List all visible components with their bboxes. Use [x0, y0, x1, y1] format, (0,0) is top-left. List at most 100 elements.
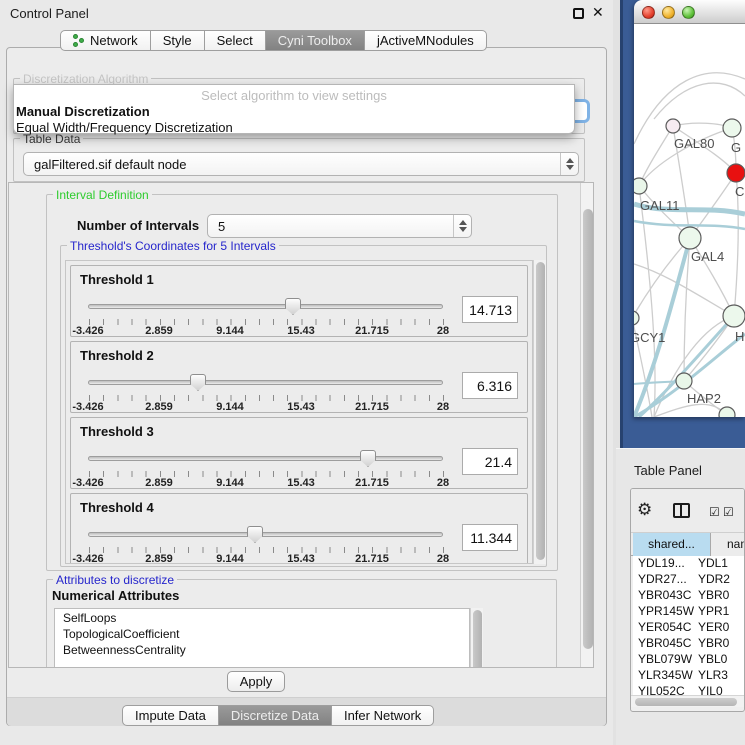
threshold-4-title: Threshold 4 [80, 500, 154, 515]
cell-name[interactable]: YDL1 [696, 556, 744, 572]
table-row[interactable]: YPR145WYPR1 [633, 604, 744, 620]
tab-cyni-toolbox[interactable]: Cyni Toolbox [266, 30, 365, 51]
zoom-traffic-light-icon[interactable] [682, 6, 695, 19]
tab-discretize-data[interactable]: Discretize Data [219, 705, 332, 726]
table-data-combobox[interactable]: galFiltered.sif default node [23, 152, 579, 176]
cell-shared[interactable]: YDR27... [633, 572, 696, 588]
tab-impute-data[interactable]: Impute Data [122, 705, 219, 726]
settings-scrollbar-thumb[interactable] [583, 209, 593, 649]
slider-track[interactable] [88, 304, 443, 309]
node-gal4[interactable] [679, 227, 701, 249]
split-columns-icon[interactable] [673, 503, 690, 518]
algorithm-dropdown-popup: Select algorithm to view settings Manual… [13, 84, 575, 134]
scale-label: 2.859 [145, 477, 173, 489]
tab-infer-network[interactable]: Infer Network [332, 705, 434, 726]
tab-network[interactable]: Network [60, 30, 151, 51]
threshold-3-value-field[interactable] [462, 448, 518, 475]
node-gal11[interactable] [634, 178, 647, 194]
network-canvas[interactable]: GAL80 G C GAL11 GAL4 GCY1 H HAP2 [634, 24, 745, 417]
table-row[interactable]: YBL079WYBL0 [633, 652, 744, 668]
cell-shared[interactable]: YBR045C [633, 636, 696, 652]
cell-name[interactable]: YBR0 [696, 636, 744, 652]
slider-thumb[interactable] [247, 526, 263, 543]
slider-track[interactable] [88, 456, 443, 461]
cell-name[interactable]: YLR3 [696, 668, 744, 684]
threshold-1-slider[interactable]: -3.426 2.859 9.144 15.43 21.715 28 [88, 298, 450, 334]
network-view-window[interactable]: GAL80 G C GAL11 GAL4 GCY1 H HAP2 [634, 0, 745, 417]
table-row[interactable]: YBR045CYBR0 [633, 636, 744, 652]
number-of-intervals-combobox[interactable]: 5 [207, 214, 472, 238]
settings-scrollbar[interactable] [580, 183, 594, 667]
number-of-intervals-label: Number of Intervals [77, 218, 199, 233]
scale-label: 15.43 [287, 553, 315, 564]
slider-thumb[interactable] [190, 374, 206, 391]
list-item[interactable]: BetweennessCentrality [55, 642, 469, 658]
cell-shared[interactable]: YPR145W [633, 604, 696, 620]
scale-label: -3.426 [72, 401, 103, 413]
tab-jactivemnodules[interactable]: jActiveMNodules [365, 30, 487, 51]
gear-icon[interactable]: ⚙ [637, 501, 652, 518]
attributes-scrollbar-thumb[interactable] [473, 610, 482, 668]
threshold-4-slider[interactable]: -3.426 2.859 9.144 15.43 21.715 28 [88, 526, 450, 562]
node-gcy1[interactable] [634, 311, 639, 325]
cell-name[interactable]: YBR0 [696, 588, 744, 604]
node-bottom-right[interactable] [719, 407, 735, 417]
table-row[interactable]: YDR27...YDR2 [633, 572, 744, 588]
algorithm-option-equal-width[interactable]: Equal Width/Frequency Discretization [14, 119, 574, 135]
list-item[interactable]: TopologicalCoefficient [55, 626, 469, 642]
node-top-right[interactable] [723, 119, 741, 137]
algorithm-option-manual[interactable]: Manual Discretization [14, 103, 574, 119]
cell-shared[interactable]: YER054C [633, 620, 696, 636]
cell-shared[interactable]: YDL19... [633, 556, 696, 572]
list-item[interactable]: SelfLoops [55, 609, 469, 626]
threshold-3-slider[interactable]: -3.426 2.859 9.144 15.43 21.715 28 [88, 450, 450, 486]
table-row[interactable]: YDL19...YDL1 [633, 556, 744, 572]
checkbox-icon[interactable]: ☑ [723, 506, 734, 518]
tab-style[interactable]: Style [151, 30, 205, 51]
cell-shared[interactable]: YBL079W [633, 652, 696, 668]
cell-shared[interactable]: YBR043C [633, 588, 696, 604]
table-hscrollbar-thumb[interactable] [635, 698, 737, 706]
table-row[interactable]: YER054CYER0 [633, 620, 744, 636]
cell-name[interactable]: YIL0 [696, 684, 744, 695]
cell-name[interactable]: YER0 [696, 620, 744, 636]
attributes-list-scrollbar[interactable] [470, 608, 483, 668]
apply-button[interactable]: Apply [227, 671, 285, 692]
cell-name[interactable]: YBL0 [696, 652, 744, 668]
column-header-name[interactable]: name [711, 533, 745, 556]
node-red-selected[interactable] [727, 164, 745, 182]
slider-track[interactable] [88, 532, 443, 537]
scale-label: 28 [437, 325, 449, 337]
tab-select[interactable]: Select [205, 30, 266, 51]
close-icon[interactable]: ✕ [592, 4, 604, 21]
threshold-2-value-field[interactable] [462, 372, 518, 399]
node-hap2[interactable] [676, 373, 692, 389]
node-gal80[interactable] [666, 119, 680, 133]
cell-name[interactable]: YPR1 [696, 604, 744, 620]
slider-thumb[interactable] [360, 450, 376, 467]
network-window-titlebar[interactable] [634, 0, 745, 24]
cell-name[interactable]: YDR2 [696, 572, 744, 588]
threshold-1-value-field[interactable] [462, 296, 518, 323]
table-hscrollbar[interactable] [631, 695, 744, 707]
thresholds-viewport: Threshold 1 -3.426 2.859 9.144 15.43 [65, 260, 533, 564]
thresholds-scrollbar[interactable] [533, 260, 546, 564]
checkbox-icon[interactable]: ☑ [709, 506, 720, 518]
threshold-2-slider[interactable]: -3.426 2.859 9.144 15.43 21.715 28 [88, 374, 450, 410]
slider-thumb[interactable] [285, 298, 301, 315]
cell-shared[interactable]: YLR345W [633, 668, 696, 684]
table-row[interactable]: YIL052CYIL0 [633, 684, 744, 695]
column-header-shared-name[interactable]: shared... [633, 533, 711, 556]
threshold-4-value-field[interactable] [462, 524, 518, 551]
close-traffic-light-icon[interactable] [642, 6, 655, 19]
table-row[interactable]: YBR043CYBR0 [633, 588, 744, 604]
table-row[interactable]: YLR345WYLR3 [633, 668, 744, 684]
node-label: H [735, 329, 744, 344]
slider-track[interactable] [88, 380, 443, 385]
minimize-traffic-light-icon[interactable] [662, 6, 675, 19]
threshold-4-box: Threshold 4 -3.426 2.859 9.144 15.43 [70, 493, 528, 564]
thresholds-scrollbar-thumb[interactable] [536, 262, 545, 560]
float-window-icon[interactable] [573, 8, 584, 19]
node-h[interactable] [723, 305, 745, 327]
cell-shared[interactable]: YIL052C [633, 684, 696, 695]
